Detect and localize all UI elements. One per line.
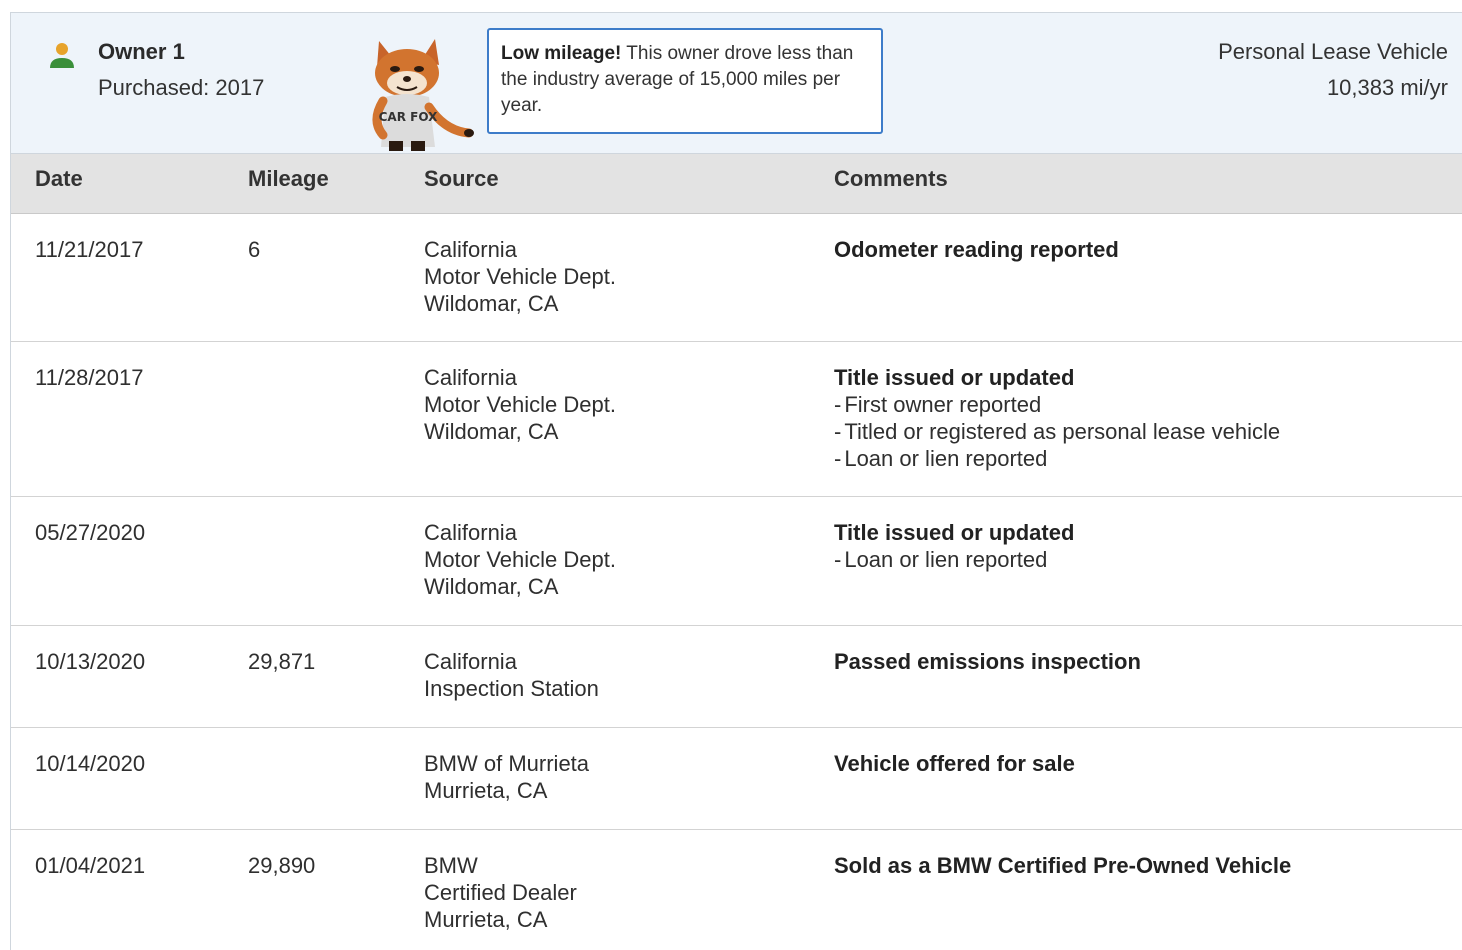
- table-header: Date Mileage Source Comments: [11, 154, 1462, 214]
- vehicle-use-type: Personal Lease Vehicle: [1218, 39, 1448, 64]
- car-fox-mascot: CAR FOX: [372, 39, 474, 151]
- comment-title: Odometer reading reported: [834, 237, 1119, 262]
- source-line: Certified Dealer: [424, 880, 577, 905]
- source-line: Wildomar, CA: [424, 574, 559, 599]
- table-row: 05/27/2020 California Motor Vehicle Dept…: [11, 497, 1462, 626]
- comment-item: First owner reported: [834, 391, 1280, 418]
- row-comments: Title issued or updated First owner repo…: [834, 364, 1280, 472]
- owner-summary-header: Owner 1 Purchased: 2017 CAR FOX Low mile…: [11, 13, 1462, 154]
- source-line: BMW: [424, 853, 478, 878]
- column-header-comments: Comments: [834, 166, 948, 191]
- row-date: 05/27/2020: [35, 520, 146, 545]
- row-date: 01/04/2021: [35, 853, 146, 878]
- row-mileage: 29,890: [248, 853, 316, 878]
- source-line: California: [424, 520, 517, 545]
- comment-title: Passed emissions inspection: [834, 649, 1141, 674]
- source-line: Inspection Station: [424, 676, 599, 701]
- source-line: Motor Vehicle Dept.: [424, 264, 616, 289]
- row-date: 10/13/2020: [35, 649, 146, 674]
- column-header-mileage: Mileage: [248, 166, 329, 191]
- row-source: California Motor Vehicle Dept. Wildomar,…: [424, 519, 616, 600]
- table-row: 10/13/2020 29,871 California Inspection …: [11, 626, 1462, 728]
- column-header-date: Date: [35, 166, 83, 191]
- row-comments: Title issued or updated Loan or lien rep…: [834, 519, 1074, 573]
- column-header-source: Source: [424, 166, 499, 191]
- source-line: Wildomar, CA: [424, 291, 559, 316]
- owner-purchased-year: Purchased: 2017: [98, 75, 265, 100]
- comment-title: Title issued or updated: [834, 365, 1075, 390]
- table-row: 11/21/2017 6 California Motor Vehicle De…: [11, 214, 1462, 342]
- comment-item: Titled or registered as personal lease v…: [834, 418, 1280, 445]
- row-date: 10/14/2020: [35, 751, 146, 776]
- row-comments: Passed emissions inspection: [834, 648, 1141, 675]
- row-source: California Motor Vehicle Dept. Wildomar,…: [424, 364, 616, 445]
- comment-item: Loan or lien reported: [834, 546, 1074, 573]
- row-mileage: 6: [248, 237, 261, 262]
- row-comments: Vehicle offered for sale: [834, 750, 1075, 777]
- row-comments: Odometer reading reported: [834, 236, 1119, 263]
- ownership-history-panel: Owner 1 Purchased: 2017 CAR FOX Low mile…: [10, 12, 1462, 950]
- person-icon: [50, 43, 74, 68]
- source-line: Motor Vehicle Dept.: [424, 547, 616, 572]
- source-line: California: [424, 649, 517, 674]
- source-line: Wildomar, CA: [424, 419, 559, 444]
- table-row: 11/28/2017 California Motor Vehicle Dept…: [11, 342, 1462, 497]
- source-line: BMW of Murrieta: [424, 751, 590, 776]
- low-mileage-callout: Low mileage! This owner drove less than …: [487, 28, 883, 134]
- table-row: 01/04/2021 29,890 BMW Certified Dealer M…: [11, 830, 1462, 950]
- table-row: 10/14/2020 BMW of Murrieta Murrieta, CA …: [11, 728, 1462, 830]
- source-line: Motor Vehicle Dept.: [424, 392, 616, 417]
- row-mileage: 29,871: [248, 649, 316, 674]
- comment-item: Loan or lien reported: [834, 445, 1280, 472]
- row-source: BMW of Murrieta Murrieta, CA: [424, 750, 589, 804]
- row-source: BMW Certified Dealer Murrieta, CA: [424, 852, 577, 933]
- row-comments: Sold as a BMW Certified Pre-Owned Vehicl…: [834, 852, 1291, 879]
- source-line: California: [424, 365, 517, 390]
- owner-name: Owner 1: [98, 39, 185, 64]
- comment-title: Title issued or updated: [834, 520, 1075, 545]
- source-line: Murrieta, CA: [424, 778, 548, 803]
- callout-heading: Low mileage!: [501, 43, 622, 64]
- row-date: 11/21/2017: [35, 237, 144, 262]
- miles-per-year: 10,383 mi/yr: [1326, 75, 1448, 100]
- row-date: 11/28/2017: [35, 365, 144, 390]
- source-line: Murrieta, CA: [424, 907, 548, 932]
- row-source: California Inspection Station: [424, 648, 599, 702]
- fox-shirt-text: CAR FOX: [379, 110, 438, 124]
- comment-title: Vehicle offered for sale: [834, 751, 1075, 776]
- comment-title: Sold as a BMW Certified Pre-Owned Vehicl…: [834, 853, 1292, 878]
- source-line: California: [424, 237, 517, 262]
- row-source: California Motor Vehicle Dept. Wildomar,…: [424, 236, 616, 317]
